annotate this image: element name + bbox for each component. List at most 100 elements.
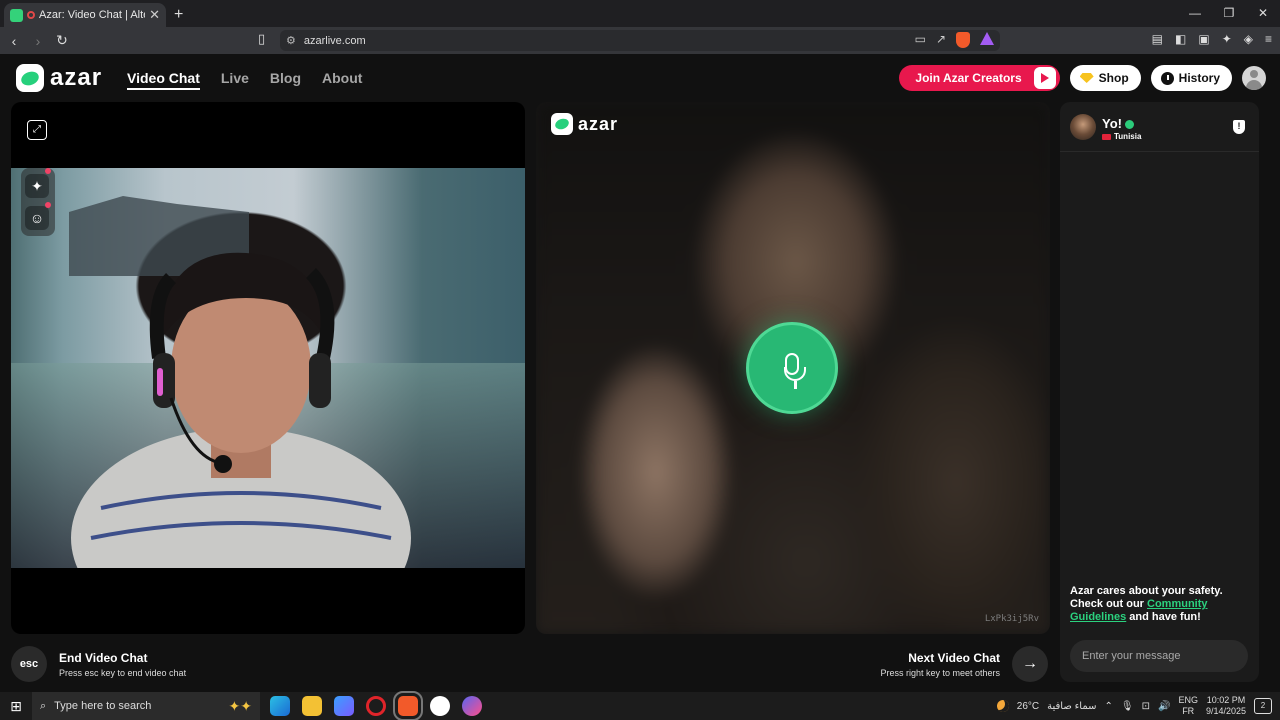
- report-shield-icon[interactable]: !: [1233, 120, 1245, 134]
- lang-secondary: FR: [1182, 706, 1195, 716]
- self-camera-feed: [11, 168, 525, 568]
- address-bar[interactable]: ⚙ azarlive.com ▭ ↗: [280, 30, 1000, 51]
- leo-ai-icon[interactable]: ✦: [1222, 32, 1232, 46]
- play-icon: [1033, 67, 1056, 89]
- menu-icon[interactable]: ≡: [1265, 32, 1272, 46]
- weather-moon-icon: [996, 700, 1009, 712]
- next-chat-title: Next Video Chat: [908, 651, 1000, 665]
- remote-azar-watermark: azar: [551, 113, 618, 135]
- address-url: azarlive.com: [303, 34, 366, 47]
- partner-name-text: Yo!: [1102, 116, 1122, 131]
- gem-icon: [1079, 73, 1094, 83]
- system-tray: 26°C سماء صافية ⌃ 🎙 ⊡ 🔊 ENG FR 10:02 PM …: [996, 692, 1280, 720]
- file-explorer-icon[interactable]: [302, 696, 322, 716]
- taskbar-apps: [270, 691, 482, 720]
- maximize-button[interactable]: ❐: [1212, 0, 1246, 27]
- minimize-button[interactable]: —: [1178, 0, 1212, 27]
- chat-message-input[interactable]: [1070, 640, 1248, 672]
- site-info-icon[interactable]: ⚙: [286, 34, 296, 47]
- window-controls: — ❐ ✕: [1178, 0, 1280, 27]
- remote-video-panel: azar LxPk3ij5Rv: [536, 102, 1050, 634]
- weather-condition[interactable]: سماء صافية: [1047, 701, 1096, 712]
- browser-tab-bar: Azar: Video Chat | Alternative ✕ + — ❐ ✕: [0, 0, 1280, 27]
- sidebar-icon[interactable]: ◧: [1175, 32, 1186, 46]
- forward-arrow-icon[interactable]: ›: [28, 33, 48, 49]
- logo-text: azar: [50, 64, 103, 91]
- network-icon[interactable]: ⊡: [1142, 701, 1150, 712]
- opera-app-icon[interactable]: [366, 696, 386, 716]
- temperature[interactable]: 26°C: [1017, 701, 1039, 712]
- shop-label: Shop: [1098, 71, 1129, 85]
- tray-chevron-icon[interactable]: ⌃: [1105, 701, 1113, 712]
- next-chat-hint: Press right key to meet others: [880, 668, 1000, 678]
- date: 9/14/2025: [1205, 706, 1246, 716]
- clock[interactable]: 10:02 PM 9/14/2025: [1206, 695, 1246, 717]
- search-icon: ⌕: [40, 699, 47, 712]
- tab-close-icon[interactable]: ✕: [149, 7, 160, 23]
- verified-icon: [1124, 120, 1134, 130]
- browser-toolbar: ‹ › ↻ ▯ ⚙ azarlive.com ▭ ↗ ▤ ◧ ▣ ✦ ◈ ≡: [0, 27, 1280, 54]
- azar-page: azar Video Chat Live Blog About Join Aza…: [0, 54, 1280, 692]
- nav-about[interactable]: About: [322, 70, 362, 90]
- tunisia-flag-icon: [1102, 133, 1111, 140]
- cast-icon[interactable]: ▭: [915, 32, 926, 48]
- wallet-icon[interactable]: ▣: [1198, 32, 1209, 46]
- country-text: Tunisia: [1114, 132, 1142, 141]
- vpn-icon[interactable]: ◈: [1244, 32, 1253, 46]
- brave-rewards-icon[interactable]: [980, 32, 994, 45]
- effects-sparkle-icon[interactable]: ✦: [25, 174, 49, 198]
- bookmark-icon[interactable]: ▯: [258, 31, 265, 47]
- mic-stem: [794, 381, 797, 389]
- profile-avatar[interactable]: [1242, 66, 1266, 90]
- recording-indicator-icon: [27, 11, 35, 19]
- nav-live[interactable]: Live: [221, 70, 249, 90]
- reader-icon[interactable]: ▤: [1152, 32, 1163, 46]
- close-window-button[interactable]: ✕: [1246, 0, 1280, 27]
- partner-name: Yo!: [1102, 116, 1134, 131]
- brave-app-icon[interactable]: [393, 691, 423, 720]
- end-chat-hint: Press esc key to end video chat: [59, 668, 187, 678]
- azar-logo-icon: [16, 64, 44, 92]
- copilot-sparkle-icon: ✦✦: [228, 697, 252, 714]
- header-actions: Join Azar Creators Shop History: [899, 65, 1266, 91]
- history-button[interactable]: History: [1150, 65, 1232, 91]
- taskbar-search[interactable]: ⌕ Type here to search ✦✦: [32, 692, 260, 720]
- chat-panel: Yo! Tunisia ! Azar cares about your safe…: [1060, 102, 1259, 682]
- brave-shield-icon[interactable]: [956, 32, 970, 48]
- partner-avatar[interactable]: [1070, 114, 1096, 140]
- nav-blog[interactable]: Blog: [270, 70, 301, 90]
- reload-icon[interactable]: ↻: [52, 32, 72, 49]
- notification-icon[interactable]: 2: [1254, 698, 1272, 714]
- nav-video-chat[interactable]: Video Chat: [127, 70, 200, 90]
- share-icon[interactable]: ↗: [936, 32, 946, 48]
- safety-notice: Azar cares about your safety. Check out …: [1070, 585, 1250, 624]
- tab-title: Azar: Video Chat | Alternative: [39, 9, 145, 21]
- join-azar-creators-button[interactable]: Join Azar Creators: [899, 65, 1060, 91]
- expand-icon[interactable]: ⤢: [27, 120, 47, 140]
- start-windows-icon[interactable]: ⊞: [0, 698, 32, 715]
- face-filter-icon[interactable]: ☺: [25, 206, 49, 230]
- azar-logo[interactable]: azar: [16, 64, 102, 92]
- shop-button[interactable]: Shop: [1069, 65, 1141, 91]
- store-app-icon[interactable]: [334, 696, 354, 716]
- main-nav: Video Chat Live Blog About: [127, 70, 362, 90]
- back-arrow-icon[interactable]: ‹: [4, 33, 24, 49]
- mic-arc: [784, 367, 806, 381]
- next-chat-button[interactable]: →: [1012, 646, 1048, 682]
- end-chat-button[interactable]: esc: [11, 646, 47, 682]
- chat-header: Yo! Tunisia !: [1060, 102, 1259, 152]
- new-tab-button[interactable]: +: [174, 3, 183, 27]
- search-placeholder: Type here to search: [54, 700, 152, 712]
- language-indicator[interactable]: ENG FR: [1178, 695, 1198, 717]
- edge-app-icon[interactable]: [270, 696, 290, 716]
- history-label: History: [1178, 71, 1220, 85]
- remote-user-id: LxPk3ij5Rv: [984, 614, 1039, 624]
- browser-tab[interactable]: Azar: Video Chat | Alternative ✕: [4, 3, 166, 27]
- microphone-button[interactable]: [746, 322, 838, 414]
- volume-icon[interactable]: 🔊: [1158, 701, 1170, 712]
- github-app-icon[interactable]: [430, 696, 450, 716]
- effects-new-dot: [45, 168, 51, 174]
- discord-app-icon[interactable]: [462, 696, 482, 716]
- clock-icon: [1160, 71, 1174, 85]
- microphone-tray-icon[interactable]: 🎙: [1121, 701, 1134, 712]
